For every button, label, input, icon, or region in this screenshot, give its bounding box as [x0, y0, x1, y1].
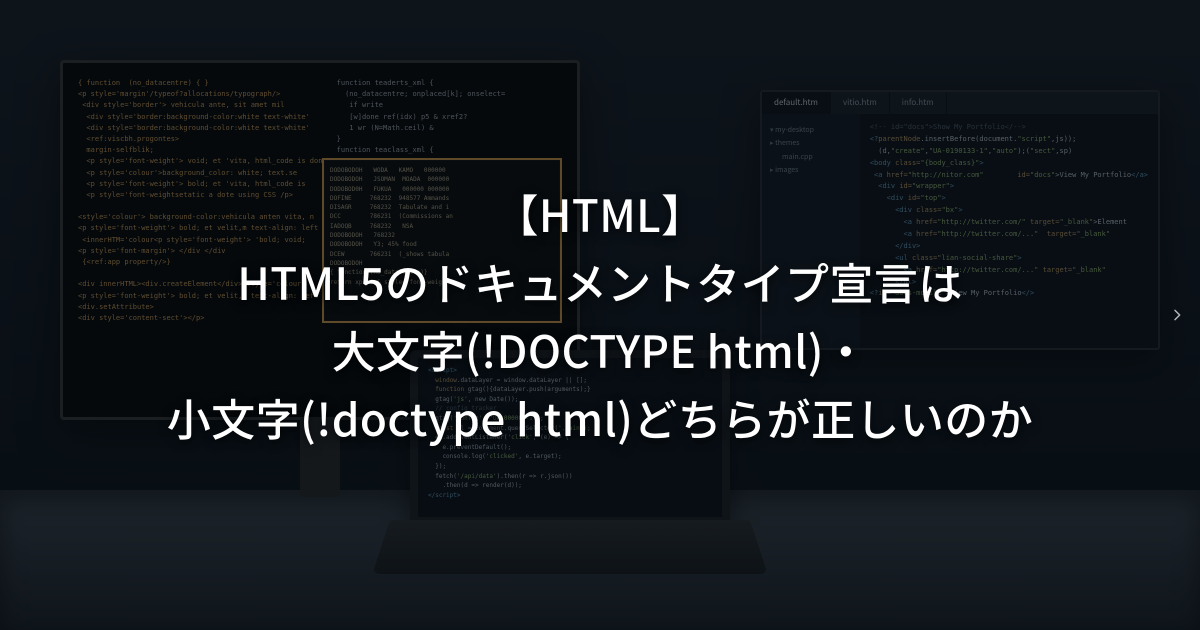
chevron-right-icon: [1169, 307, 1185, 323]
title-line-1: 【HTML】: [494, 179, 705, 247]
hero-title: 【HTML】 HTML5のドキュメントタイプ宣言は 大文字(!DOCTYPE h…: [0, 0, 1200, 630]
title-line-2: HTML5のドキュメントタイプ宣言は: [237, 247, 963, 315]
title-line-3: 大文字(!DOCTYPE html)・: [332, 315, 869, 383]
next-arrow-button[interactable]: [1166, 304, 1188, 326]
title-line-4: 小文字(!doctype html)どちらが正しいのか: [167, 383, 1033, 451]
